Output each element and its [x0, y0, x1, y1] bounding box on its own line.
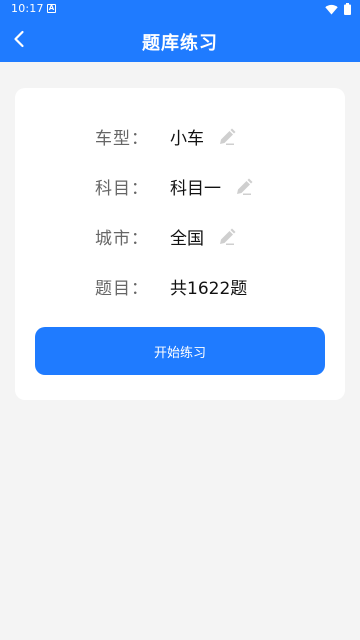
a-notification-icon: A — [47, 4, 56, 13]
wifi-icon — [325, 4, 338, 14]
status-time: 10:17 — [11, 2, 44, 15]
questions-count: 共1622题 — [170, 279, 248, 299]
start-practice-button[interactable]: 开始练习 — [35, 327, 325, 375]
subject-row: 科目： 科目一 — [15, 170, 345, 200]
navigation-bar: 题库练习 — [0, 18, 360, 62]
page-title: 题库练习 — [142, 33, 218, 54]
car-type-label: 车型： — [95, 129, 149, 149]
city-value-group: 全国 — [170, 224, 236, 249]
car-type-value-group: 小车 — [170, 124, 236, 149]
questions-label: 题目： — [95, 279, 149, 299]
city-label: 城市： — [95, 229, 149, 249]
pencil-icon[interactable] — [218, 228, 236, 246]
city-row: 城市： 全国 — [15, 220, 345, 250]
car-type-value: 小车 — [170, 129, 204, 149]
status-bar: 10:17 A — [0, 0, 360, 18]
top-bar: 10:17 A 题库练习 — [0, 0, 360, 62]
status-icons — [325, 3, 351, 15]
subject-value: 科目一 — [170, 179, 221, 199]
pencil-icon[interactable] — [218, 128, 236, 146]
car-type-row: 车型： 小车 — [15, 120, 345, 150]
pencil-icon[interactable] — [235, 178, 253, 196]
subject-label: 科目： — [95, 179, 149, 199]
battery-icon — [344, 3, 351, 15]
practice-info-card: 车型： 小车 科目： 科目一 城市： 全国 题目： 共1622题 开始练习 — [15, 88, 345, 400]
city-value: 全国 — [170, 229, 204, 249]
questions-value-group: 共1622题 — [170, 274, 247, 299]
questions-row: 题目： 共1622题 — [15, 270, 345, 300]
subject-value-group: 科目一 — [170, 174, 253, 199]
